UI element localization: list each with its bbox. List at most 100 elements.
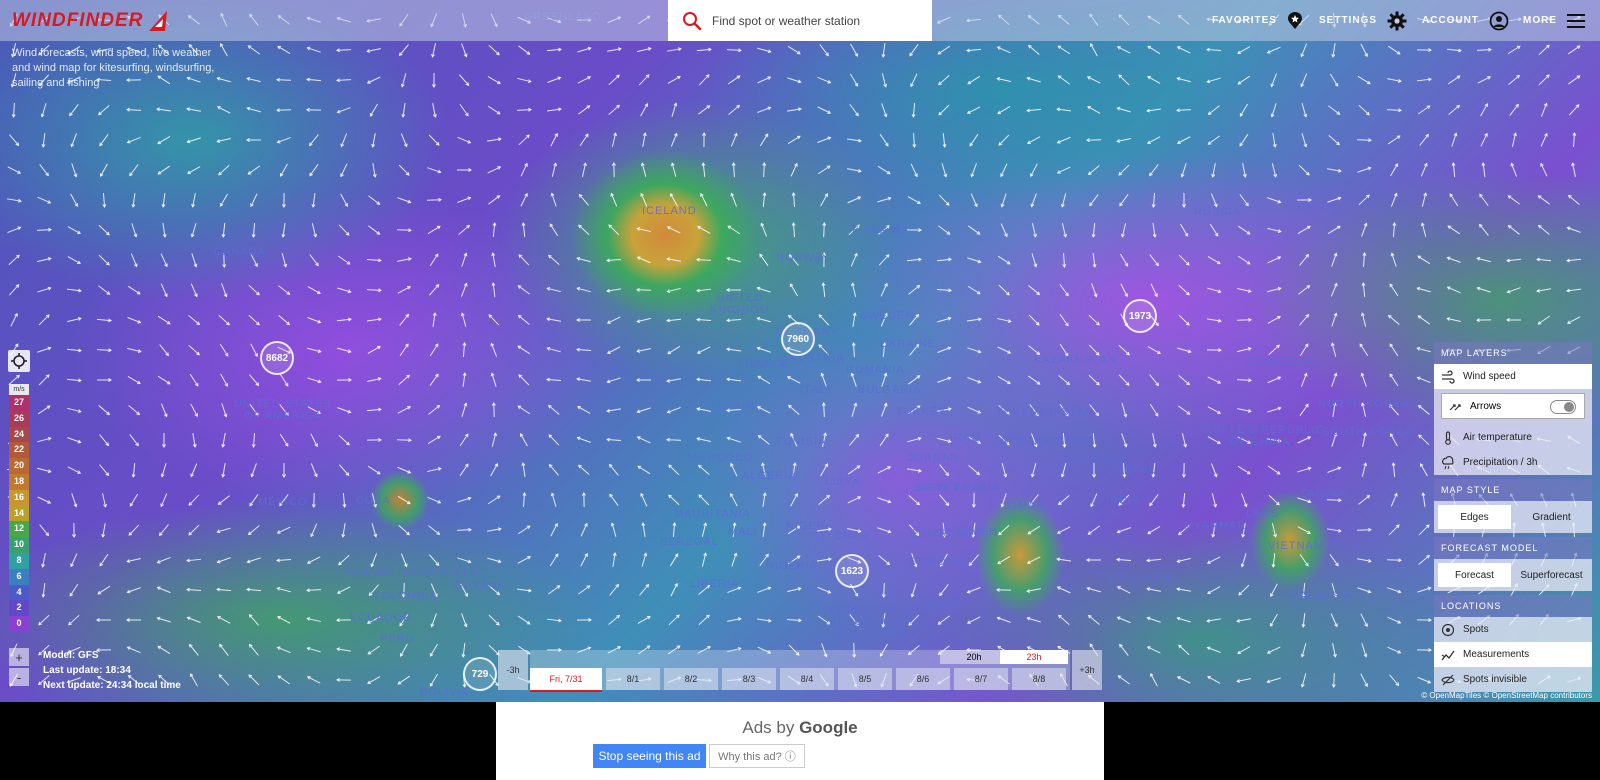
timeline-day[interactable]: 8/3: [722, 668, 776, 690]
timeline-prev-button[interactable]: -3h: [498, 650, 528, 690]
layer-wind-speed-label: Wind speed: [1463, 371, 1516, 382]
station-cluster[interactable]: 1623: [835, 554, 869, 588]
station-cluster[interactable]: 729: [463, 657, 497, 691]
layer-precipitation-label: Precipitation / 3h: [1463, 457, 1538, 468]
legend-step: 0: [9, 616, 29, 632]
search-box[interactable]: [668, 0, 932, 41]
legend-step: 12: [9, 521, 29, 538]
station-cluster[interactable]: 8682: [260, 341, 294, 375]
wind-icon: [1441, 369, 1455, 384]
style-edges-option[interactable]: Edges: [1438, 505, 1511, 529]
account-icon: [1489, 11, 1509, 30]
spot-target-icon: [1441, 623, 1455, 637]
timeline-day[interactable]: 8/1: [606, 668, 660, 690]
legend-step: 14: [9, 505, 29, 522]
nav-favorites-label: FAVORITES: [1212, 15, 1277, 26]
locations-heading: LOCATIONS: [1434, 595, 1592, 617]
stop-seeing-ad-button[interactable]: Stop seeing this ad: [593, 744, 706, 768]
ads-by-label: Ads by: [742, 718, 795, 737]
google-wordmark: Google: [799, 718, 858, 737]
thermometer-icon: [1441, 430, 1455, 445]
layer-arrows-option[interactable]: Arrows: [1441, 393, 1585, 419]
brand-wordmark: WINDFINDER: [12, 10, 144, 31]
locations-measurements-label: Measurements: [1463, 649, 1530, 660]
legend-unit: m/s: [9, 384, 29, 395]
locations-measurements[interactable]: Measurements: [1434, 642, 1592, 667]
model-info: Model: GFS Last update: 18:34 Next updat…: [43, 648, 181, 693]
wind-map[interactable]: CANADA UNITED STATES OF AMERICA MEXICO C…: [0, 0, 1600, 702]
locations-spots-invisible[interactable]: Spots invisible: [1434, 667, 1592, 692]
sail-logo-icon: [149, 11, 168, 31]
timeline-day-active[interactable]: Fri, 7/31: [530, 668, 602, 692]
layer-precipitation[interactable]: Precipitation / 3h: [1434, 450, 1592, 475]
timeline-day[interactable]: 8/6: [896, 668, 950, 690]
map-style-heading: MAP STYLE: [1434, 479, 1592, 501]
why-this-ad-button[interactable]: Why this ad? ⓘ: [709, 744, 805, 768]
nav-settings-label: SETTINGS: [1319, 15, 1378, 26]
legend-step: 10: [9, 537, 29, 553]
zoom-in-button[interactable]: +: [9, 648, 29, 666]
nav-favorites[interactable]: FAVORITES: [1212, 0, 1303, 41]
layer-air-temperature[interactable]: Air temperature: [1434, 425, 1592, 450]
legend-step: 26: [9, 410, 29, 427]
arrows-icon: [1448, 398, 1462, 415]
timeline-day[interactable]: 8/4: [780, 668, 834, 690]
timeline-hour[interactable]: 20h: [940, 650, 1008, 664]
nav-more[interactable]: MORE: [1523, 0, 1585, 41]
search-input[interactable]: [710, 12, 924, 29]
nav-account-label: ACCOUNT: [1422, 15, 1479, 26]
nav-account[interactable]: ACCOUNT: [1422, 0, 1509, 41]
model-name: Model: GFS: [43, 650, 99, 661]
map-settings-panel: MAP LAYERS Wind speed Arrows Air tempera…: [1434, 342, 1592, 692]
timeline-track[interactable]: 20h 23h Fri, 7/31 8/1 8/2 8/3 8/4 8/5 8/…: [530, 650, 1070, 692]
station-cluster[interactable]: 7960: [781, 322, 815, 356]
gear-icon: [1387, 11, 1407, 30]
legend-step: 16: [9, 489, 29, 506]
top-bar: WINDFINDER FAVORITES SETTINGS: [0, 0, 1600, 41]
arrows-toggle[interactable]: [1550, 400, 1576, 414]
timeline-day[interactable]: 8/7: [954, 668, 1008, 690]
next-update: Next update: 24:34 local time: [43, 680, 181, 691]
station-cluster[interactable]: 1973: [1123, 299, 1157, 333]
legend-step: 27: [9, 395, 29, 411]
layer-wind-speed[interactable]: Wind speed: [1434, 364, 1592, 389]
map-layers-heading: MAP LAYERS: [1434, 342, 1592, 364]
crosshair-icon: [11, 353, 27, 369]
style-gradient-option[interactable]: Gradient: [1515, 505, 1588, 529]
forecast-model-selector: Forecast Superforecast: [1434, 559, 1592, 591]
map-style-selector: Edges Gradient: [1434, 501, 1592, 533]
nav-more-label: MORE: [1523, 15, 1557, 26]
chart-line-icon: [1441, 648, 1455, 662]
legend-step: 24: [9, 426, 29, 443]
legend-step: 6: [9, 568, 29, 585]
layer-air-temperature-label: Air temperature: [1463, 432, 1532, 443]
last-update: Last update: 18:34: [43, 665, 131, 676]
nav-settings[interactable]: SETTINGS: [1319, 0, 1407, 41]
legend-step: 2: [9, 600, 29, 617]
timeline-day[interactable]: 8/5: [838, 668, 892, 690]
timeline-day[interactable]: 8/8: [1012, 668, 1066, 690]
model-forecast-option[interactable]: Forecast: [1438, 563, 1511, 587]
timeline-day[interactable]: 8/2: [664, 668, 718, 690]
locate-me-button[interactable]: [8, 350, 30, 372]
ad-banner: Ads by Google Stop seeing this ad Why th…: [496, 702, 1104, 780]
legend-step: 22: [9, 442, 29, 459]
map-attribution[interactable]: © OpenMapTiles © OpenStreetMap contribut…: [1421, 691, 1592, 700]
legend-step: 18: [9, 473, 29, 490]
timeline-next-button[interactable]: +3h: [1072, 650, 1102, 690]
legend-step: 8: [9, 552, 29, 569]
zoom-out-button[interactable]: -: [9, 668, 29, 686]
layer-arrows-label: Arrows: [1470, 400, 1502, 412]
rain-cloud-icon: [1441, 455, 1455, 470]
windfinder-logo[interactable]: WINDFINDER: [12, 9, 171, 33]
locations-spots-invisible-label: Spots invisible: [1463, 674, 1527, 685]
model-superforecast-option[interactable]: Superforecast: [1515, 563, 1588, 587]
star-pin-icon: [1287, 11, 1302, 29]
legend-step: 4: [9, 584, 29, 601]
timeline-hour-current[interactable]: 23h: [1000, 650, 1068, 664]
hamburger-menu-icon: [1567, 13, 1585, 28]
locations-spots-label: Spots: [1463, 624, 1489, 635]
locations-spots[interactable]: Spots: [1434, 617, 1592, 642]
search-icon: [683, 11, 702, 30]
site-tagline: Wind forecasts, wind speed, live weather…: [12, 47, 215, 89]
